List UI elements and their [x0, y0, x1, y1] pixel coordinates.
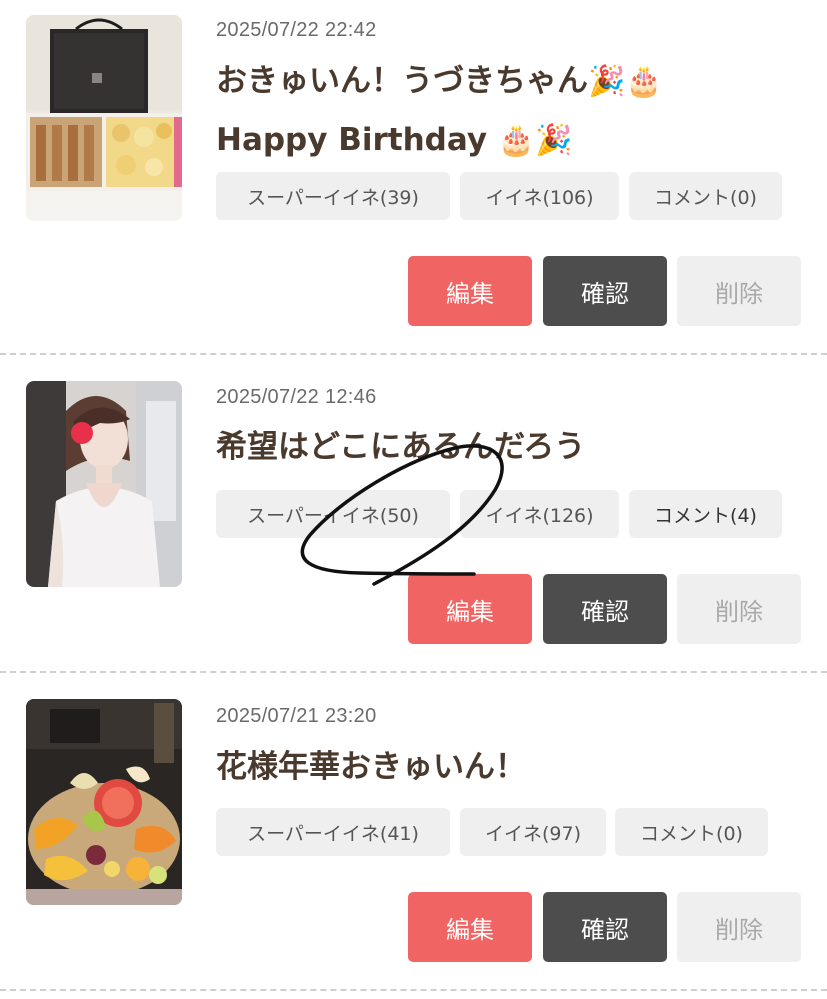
post-title[interactable]: 希望はどこにあるんだろう [216, 418, 796, 476]
comment-chip[interactable]: コメント(4) [629, 490, 782, 538]
super-like-chip[interactable]: スーパーイイネ(50) [216, 490, 450, 538]
like-chip[interactable]: イイネ(106) [460, 172, 619, 220]
super-like-chip[interactable]: スーパーイイネ(39) [216, 172, 450, 220]
confirm-button[interactable]: 確認 [543, 256, 667, 326]
post-divider [0, 671, 827, 673]
confirm-button[interactable]: 確認 [543, 892, 667, 962]
edit-button[interactable]: 編集 [408, 574, 532, 644]
post-thumbnail[interactable] [26, 699, 182, 905]
delete-button[interactable]: 削除 [677, 892, 801, 962]
confirm-button[interactable]: 確認 [543, 574, 667, 644]
comment-chip[interactable]: コメント(0) [629, 172, 782, 220]
post-title[interactable]: 花様年華おきゅいん！ [216, 738, 796, 796]
post-thumbnail[interactable] [26, 15, 182, 221]
post-title[interactable]: おきゅいん！うづきちゃん🎉🎂 Happy Birthday 🎂🎉 [216, 52, 796, 170]
post-date: 2025/07/22 12:46 [216, 386, 377, 408]
food-photo-image [26, 15, 182, 221]
post-divider [0, 353, 827, 355]
like-chip[interactable]: イイネ(126) [460, 490, 619, 538]
post-date: 2025/07/22 22:42 [216, 19, 377, 41]
edit-button[interactable]: 編集 [408, 256, 532, 326]
fruit-platter-image [26, 699, 182, 905]
delete-button[interactable]: 削除 [677, 574, 801, 644]
cake-party-emoji: 🎂🎉 [497, 123, 573, 158]
post-title-line2: Happy Birthday [216, 122, 498, 158]
post-title-line1: おきゅいん！うづきちゃん [216, 63, 588, 99]
post-date: 2025/07/21 23:20 [216, 705, 377, 727]
post-thumbnail[interactable] [26, 381, 182, 587]
comment-chip[interactable]: コメント(0) [615, 808, 768, 856]
post-divider [0, 989, 827, 991]
super-like-chip[interactable]: スーパーイイネ(41) [216, 808, 450, 856]
party-cake-emoji: 🎉🎂 [588, 64, 663, 99]
edit-button[interactable]: 編集 [408, 892, 532, 962]
portrait-photo-image [26, 381, 182, 587]
like-chip[interactable]: イイネ(97) [460, 808, 606, 856]
delete-button[interactable]: 削除 [677, 256, 801, 326]
